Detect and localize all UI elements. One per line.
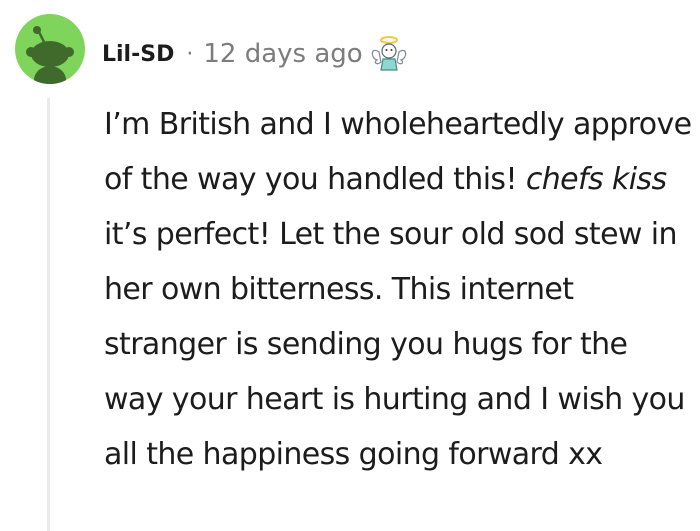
comment: Lil-SD · 12 days ago I’m British and I w… [0,0,700,531]
angel-award-icon[interactable] [369,34,409,74]
comment-text-part2: it’s perfect! Let the sour old sod stew … [104,217,685,472]
thread-collapse-line[interactable] [47,98,50,531]
comment-text-emphasis: chefs kiss [525,162,667,197]
reddit-snoo-avatar-icon [26,26,74,84]
comment-body: I’m British and I wholeheartedly approve… [104,97,694,482]
username-link[interactable]: Lil-SD [102,42,174,67]
avatar[interactable] [15,14,85,84]
comment-meta: Lil-SD · 12 days ago [102,34,409,74]
timestamp-link[interactable]: 12 days ago [203,39,362,69]
comment-paragraph: I’m British and I wholeheartedly approve… [104,97,694,482]
meta-separator: · [186,41,194,67]
